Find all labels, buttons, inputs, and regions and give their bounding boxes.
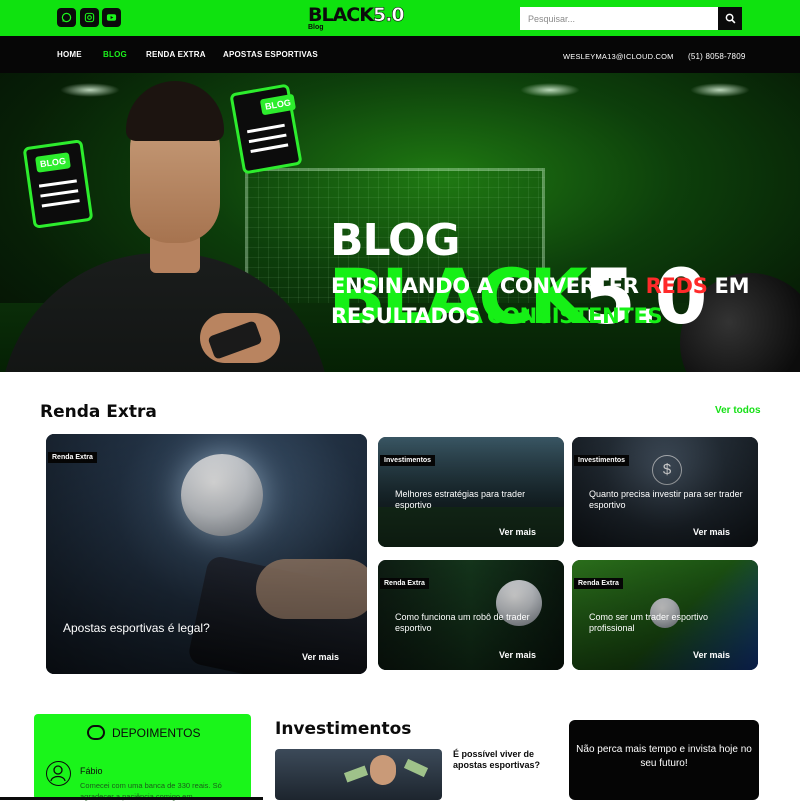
contact-phone[interactable]: (51) 8058-7809: [688, 52, 746, 61]
instagram-icon[interactable]: [80, 8, 99, 27]
nav-blog[interactable]: BLOG: [103, 50, 127, 59]
stadium-light: [690, 83, 750, 97]
featured-post-card[interactable]: Renda Extra Apostas esportivas é legal? …: [46, 434, 367, 674]
site-logo[interactable]: BLACK5.0 Blog: [308, 4, 405, 32]
logo-subtitle: Blog: [308, 24, 324, 31]
logo-text: BLACK5.0: [308, 4, 405, 27]
search-button[interactable]: [718, 7, 742, 30]
read-more-link[interactable]: Ver mais: [499, 650, 536, 660]
hero-tagline-2: RESULTADOS CONSISTENTES: [331, 304, 663, 328]
read-more-link[interactable]: Ver mais: [302, 652, 339, 662]
nav-apostas-esportivas[interactable]: APOSTAS ESPORTIVAS: [223, 50, 318, 59]
post-category: Renda Extra: [48, 452, 97, 463]
post-card[interactable]: Renda Extra Como funciona um robô de tra…: [378, 560, 564, 670]
see-all-link[interactable]: Ver todos: [715, 405, 761, 416]
nav-renda-extra[interactable]: RENDA EXTRA: [146, 50, 206, 59]
read-more-link[interactable]: Ver mais: [693, 527, 730, 537]
section-title-investimentos: Investimentos: [275, 719, 412, 739]
post-title: Melhores estratégias para trader esporti…: [395, 489, 526, 510]
testimonials-title: DEPOIMENTOS: [112, 726, 201, 740]
testimonial-author: Fábio: [80, 766, 103, 776]
avatar: [46, 761, 71, 786]
post-title: Como funciona um robô de trader esportiv…: [395, 612, 530, 633]
post-category: Investimentos: [574, 455, 630, 466]
read-more-link[interactable]: Ver mais: [693, 650, 730, 660]
blog-sign-label: BLOG: [35, 152, 71, 173]
post-card[interactable]: Investimentos Melhores estratégias para …: [378, 437, 564, 547]
hero-banner: BLOG BLOG BLOG BLACK5.0 ENSINANDO A CONV…: [0, 73, 800, 372]
money-image: [403, 758, 429, 778]
post-category: Renda Extra: [380, 578, 429, 589]
stadium-light: [520, 83, 580, 97]
whatsapp-icon[interactable]: [57, 8, 76, 27]
blog-sign-right: BLOG: [229, 83, 303, 175]
blog-sign-label: BLOG: [259, 93, 297, 116]
section-title-renda: Renda Extra: [40, 402, 157, 422]
post-title-link[interactable]: É possível viver de apostas esportivas?: [453, 749, 558, 771]
contact-email[interactable]: WESLEYMA13@ICLOUD.COM: [563, 52, 674, 61]
person-image: [370, 755, 396, 785]
post-title: Quanto precisa investir para ser trader …: [589, 489, 743, 510]
hero-tagline-1: ENSINANDO A CONVERTER REDS EM: [331, 274, 750, 298]
chat-icon: [87, 725, 105, 740]
hero-person-hair: [126, 81, 224, 141]
post-title: Como ser um trader esportivo profissiona…: [589, 612, 709, 633]
post-category: Renda Extra: [574, 578, 623, 589]
search-icon: [725, 13, 735, 24]
stadium-light: [60, 83, 120, 97]
search-input[interactable]: [520, 7, 718, 30]
money-image: [343, 765, 369, 783]
post-category: Investimentos: [380, 455, 436, 466]
youtube-icon[interactable]: [102, 8, 121, 27]
blog-sign-left: BLOG: [22, 139, 94, 229]
post-thumbnail[interactable]: [275, 749, 442, 800]
nav-home[interactable]: HOME: [57, 50, 82, 59]
read-more-link[interactable]: Ver mais: [499, 527, 536, 537]
promo-text: Não perca mais tempo e invista hoje no s…: [576, 744, 752, 769]
post-title: Apostas esportivas é legal?: [63, 621, 210, 635]
post-card[interactable]: Renda Extra Como ser um trader esportivo…: [572, 560, 758, 670]
post-card[interactable]: $ Investimentos Quanto precisa investir …: [572, 437, 758, 547]
